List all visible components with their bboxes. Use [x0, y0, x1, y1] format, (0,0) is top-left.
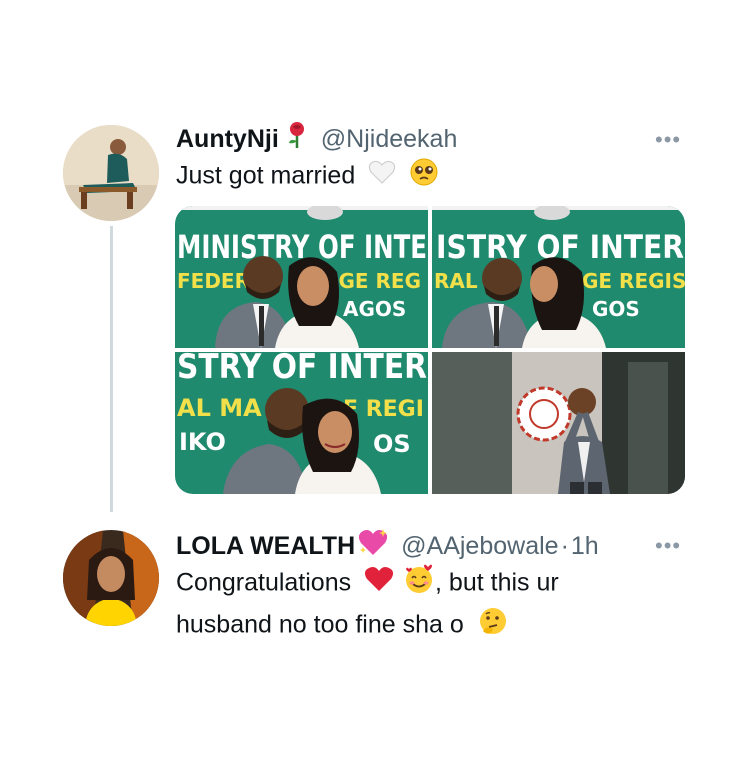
media-photo-4[interactable]	[432, 352, 685, 494]
more-options-icon[interactable]: •••	[655, 127, 681, 153]
tweet-text-part: husband no too fine sha o	[176, 610, 464, 639]
handle[interactable]: @Njideekah	[321, 124, 458, 154]
more-options-icon[interactable]: •••	[655, 533, 681, 559]
tweet-text-line-1: Congratulations , but this ur	[176, 563, 559, 605]
sign-line-4: IKO	[179, 428, 226, 456]
red-heart-icon	[364, 565, 394, 603]
pleading-face-icon	[409, 157, 439, 197]
tweet-text: Just got married	[176, 157, 439, 197]
tweet-text-part: , but this ur	[435, 568, 559, 597]
avatar[interactable]	[63, 125, 159, 221]
display-name[interactable]: LOLA WEALTH	[176, 531, 355, 561]
rose-icon	[285, 121, 309, 156]
sign-line-2: RAL	[434, 269, 478, 293]
avatar-aunty-nji-image	[63, 125, 159, 221]
sign-line-3: GE REGIS	[582, 269, 685, 293]
media-photo-2[interactable]: ISTRY OF INTER RAL GE REGIS GOS	[432, 206, 685, 348]
thinking-face-icon	[477, 605, 509, 647]
tweet-text: Congratulations , but this ur husband no…	[176, 563, 559, 647]
white-heart-icon	[368, 159, 396, 195]
timestamp[interactable]: 1h	[571, 531, 599, 561]
thread-connector-line	[110, 226, 113, 512]
sign-line-4: AGOS	[343, 297, 406, 321]
tweet-text-body: Just got married	[176, 161, 356, 190]
tweet-1-header: AuntyNji @Njideekah	[176, 121, 457, 156]
tweet-text-part: Congratulations	[176, 568, 352, 597]
tweet-text-line-2: husband no too fine sha o	[176, 605, 559, 647]
sign-line-4: GOS	[592, 297, 640, 321]
tweet-2-header: LOLA WEALTH @AAjebowale · 1h	[176, 527, 599, 564]
avatar-lola-wealth-image	[63, 530, 159, 626]
sign-line-2: AL MA	[177, 394, 262, 422]
avatar[interactable]	[63, 530, 159, 626]
handle[interactable]: @AAjebowale	[401, 531, 558, 561]
sparkling-heart-icon	[357, 527, 389, 564]
smiling-face-with-hearts-icon	[403, 563, 435, 605]
sign-line-5: OS	[373, 430, 411, 458]
sign-line-1: STRY OF INTER	[177, 352, 427, 387]
media-photo-3[interactable]: STRY OF INTER AL MA E REGI IKO OS	[175, 352, 428, 494]
display-name[interactable]: AuntyNji	[176, 124, 279, 154]
separator-dot: ·	[560, 531, 569, 560]
tweet-media-grid[interactable]: MINISTRY OF INTE FEDERAL AGE REG AGOS IS…	[175, 206, 685, 494]
media-photo-1[interactable]: MINISTRY OF INTE FEDERAL AGE REG AGOS	[175, 206, 428, 348]
